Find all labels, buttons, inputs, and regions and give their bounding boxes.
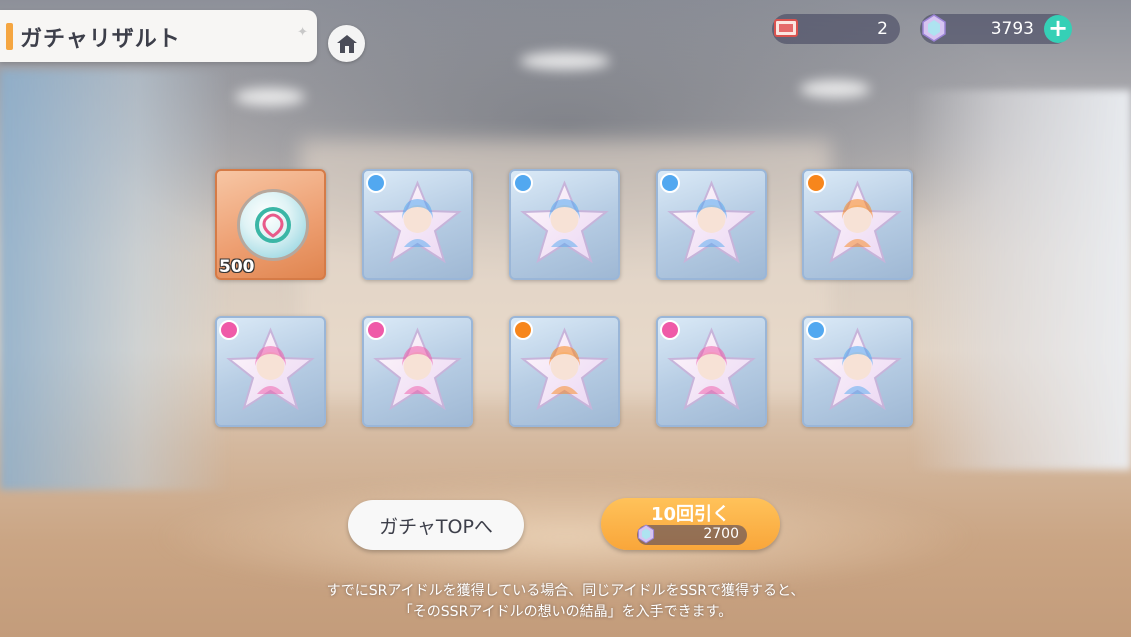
result-idol-card[interactable]: [509, 316, 620, 427]
home-icon: [336, 34, 357, 53]
home-button[interactable]: [328, 25, 365, 62]
result-idol-card[interactable]: [362, 169, 473, 280]
result-item-card[interactable]: 500: [215, 169, 326, 280]
cute-attribute-icon: [366, 320, 386, 340]
pull-cost-value: 2700: [703, 526, 739, 542]
gacha-ticket-icon: [774, 19, 798, 37]
cool-attribute-icon: [806, 320, 826, 340]
pull-cost: 2700: [637, 524, 747, 545]
cool-attribute-icon: [660, 173, 680, 193]
idol-portrait: [667, 327, 756, 411]
title-decoration: ✦: [297, 25, 308, 40]
idol-portrait: [373, 327, 462, 411]
idol-portrait: [813, 180, 902, 264]
idol-portrait: [520, 180, 609, 264]
jewel-counter: 3793 +: [920, 14, 1072, 44]
gacha-ticket-counter: 2: [772, 14, 900, 44]
result-idol-card[interactable]: [802, 169, 913, 280]
gacha-top-button[interactable]: ガチャTOPへ: [348, 500, 524, 550]
idol-portrait: [813, 327, 902, 411]
page-title: ガチャリザルト: [20, 27, 181, 52]
title-accent: [6, 23, 13, 50]
ticket-count: 2: [877, 19, 888, 39]
notice-line-2: 「そのSSRアイドルの想いの結晶」を入手できます。: [398, 604, 733, 620]
cool-attribute-icon: [513, 173, 533, 193]
jewel-icon: [922, 14, 946, 42]
jewel-count: 3793: [990, 19, 1034, 39]
cute-attribute-icon: [660, 320, 680, 340]
idol-portrait: [226, 327, 315, 411]
pull-ten-label: 10回引く: [650, 504, 731, 525]
cool-attribute-icon: [366, 173, 386, 193]
idol-portrait: [373, 180, 462, 264]
result-idol-card[interactable]: [509, 169, 620, 280]
idol-portrait: [667, 180, 756, 264]
result-idol-card[interactable]: [656, 169, 767, 280]
item-count: 500: [219, 257, 255, 277]
pull-ten-button[interactable]: 10回引く 2700: [601, 498, 780, 550]
passion-attribute-icon: [513, 320, 533, 340]
idol-portrait: [520, 327, 609, 411]
memory-piece-icon: [237, 189, 309, 261]
result-idol-card[interactable]: [802, 316, 913, 427]
passion-attribute-icon: [806, 173, 826, 193]
cute-attribute-icon: [219, 320, 239, 340]
result-idol-card[interactable]: [362, 316, 473, 427]
add-jewel-button[interactable]: +: [1044, 15, 1072, 43]
result-idol-card[interactable]: [656, 316, 767, 427]
result-idol-card[interactable]: [215, 316, 326, 427]
notice-line-1: すでにSRアイドルを獲得している場合、同じアイドルをSSRで獲得すると、: [326, 583, 805, 599]
jewel-icon: [637, 524, 655, 544]
title-bar: ガチャリザルト ✦: [0, 10, 317, 62]
